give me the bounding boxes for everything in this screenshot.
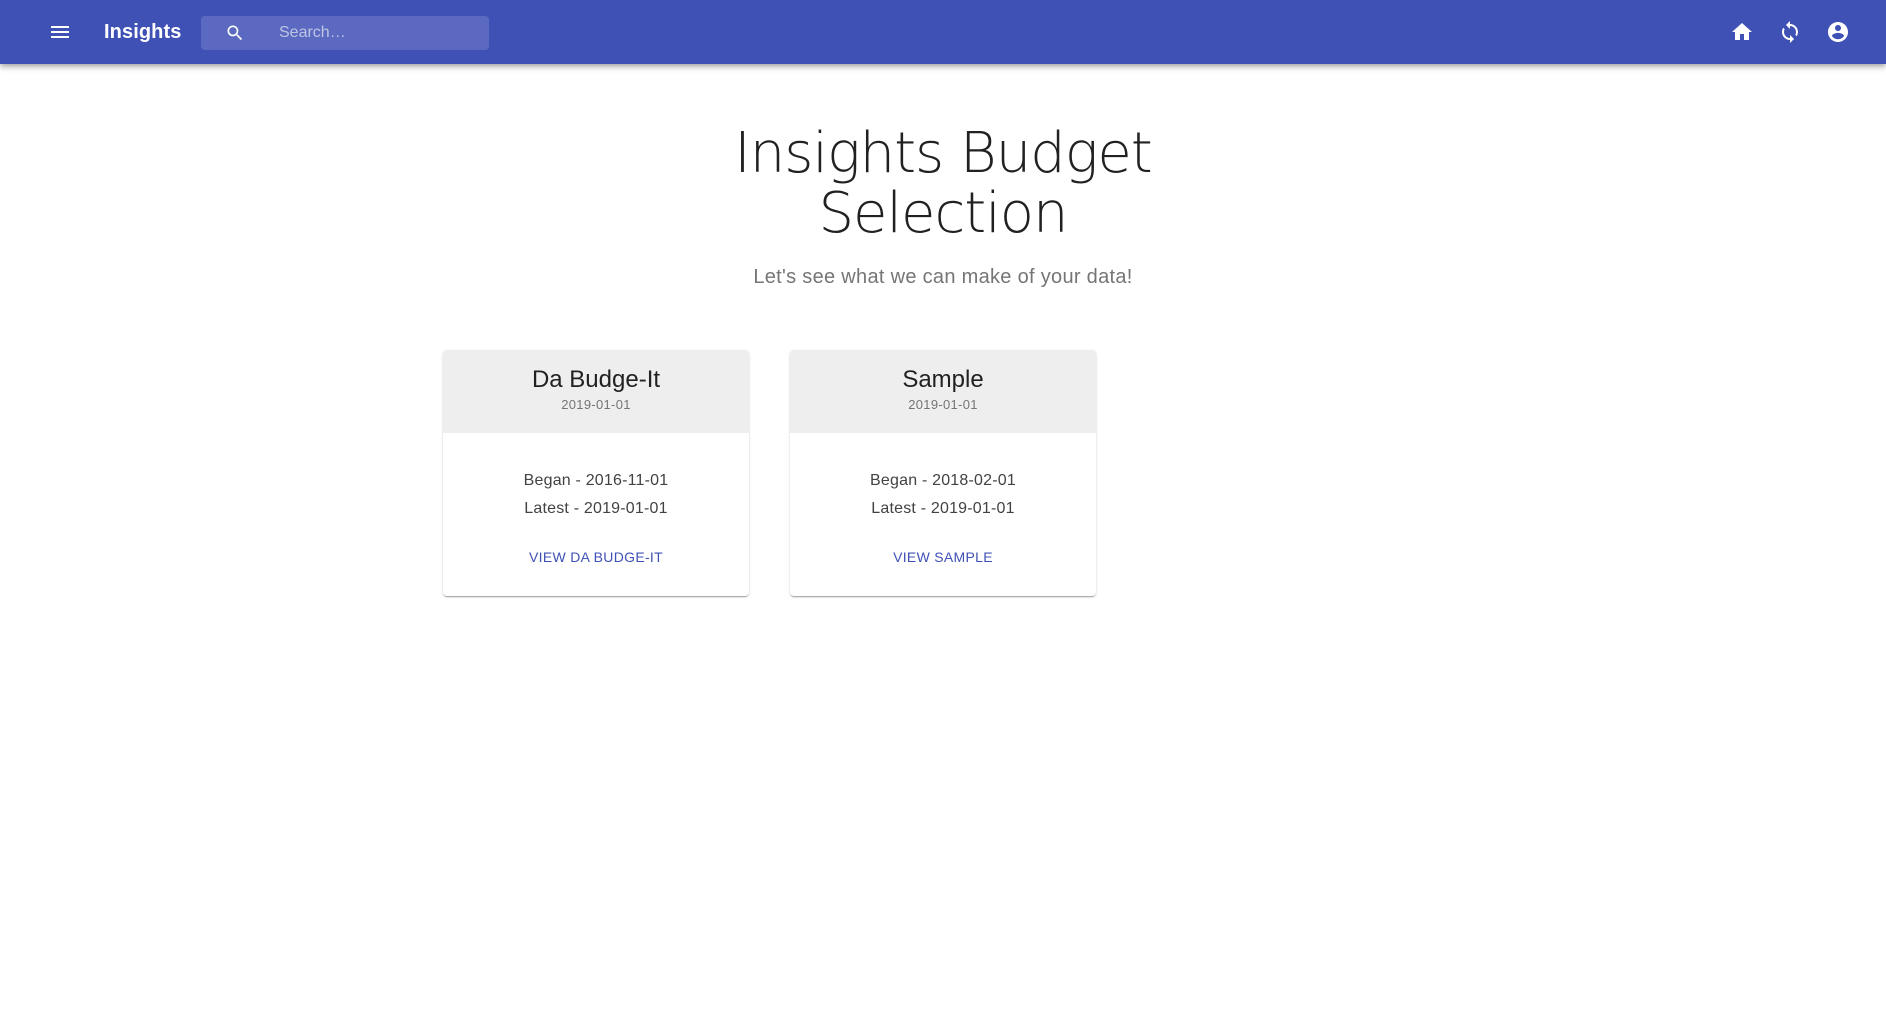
card-title: Da Budge-It xyxy=(531,366,661,393)
card-title: Sample xyxy=(902,366,984,393)
card-header: Sample 2019-01-01 xyxy=(790,350,1096,433)
sync-icon xyxy=(1782,21,1798,43)
account-button[interactable] xyxy=(1814,8,1862,56)
account-circle-icon xyxy=(1828,22,1848,42)
app-title: Insights xyxy=(104,21,182,43)
card-header: Da Budge-It 2019-01-01 xyxy=(443,350,749,433)
card-latest: Latest - 2019-01-01 xyxy=(871,500,1015,517)
app-bar: Insights xyxy=(0,0,1886,64)
hero-section: Insights Budget Selection Let's see what… xyxy=(0,124,1886,289)
menu-button[interactable] xyxy=(36,8,84,56)
card-date: 2019-01-01 xyxy=(561,397,631,412)
search-icon xyxy=(227,25,243,41)
page-subtitle: Let's see what we can make of your data! xyxy=(753,266,1133,288)
budget-card-sample: Sample 2019-01-01 Began - 2018-02-01 Lat… xyxy=(790,350,1096,596)
card-date: 2019-01-01 xyxy=(908,397,978,412)
card-began: Began - 2016-11-01 xyxy=(523,472,669,489)
page-title: Insights Budget Selection xyxy=(734,121,1153,246)
view-sample-button[interactable]: VIEW SAMPLE xyxy=(883,543,1003,571)
card-latest: Latest - 2019-01-01 xyxy=(524,500,668,517)
home-icon xyxy=(1732,23,1752,40)
view-da-budge-it-button[interactable]: VIEW DA BUDGE-IT xyxy=(519,543,673,571)
search-input[interactable] xyxy=(279,16,485,50)
card-began: Began - 2018-02-01 xyxy=(870,472,1016,489)
home-button[interactable] xyxy=(1718,8,1766,56)
menu-icon xyxy=(51,26,69,38)
card-body: Began - 2016-11-01 Latest - 2019-01-01 V… xyxy=(443,433,749,571)
sync-button[interactable] xyxy=(1766,8,1814,56)
card-body: Began - 2018-02-01 Latest - 2019-01-01 V… xyxy=(790,433,1096,571)
search-box[interactable] xyxy=(201,16,489,50)
budget-card-da-budge-it: Da Budge-It 2019-01-01 Began - 2016-11-0… xyxy=(443,350,749,596)
